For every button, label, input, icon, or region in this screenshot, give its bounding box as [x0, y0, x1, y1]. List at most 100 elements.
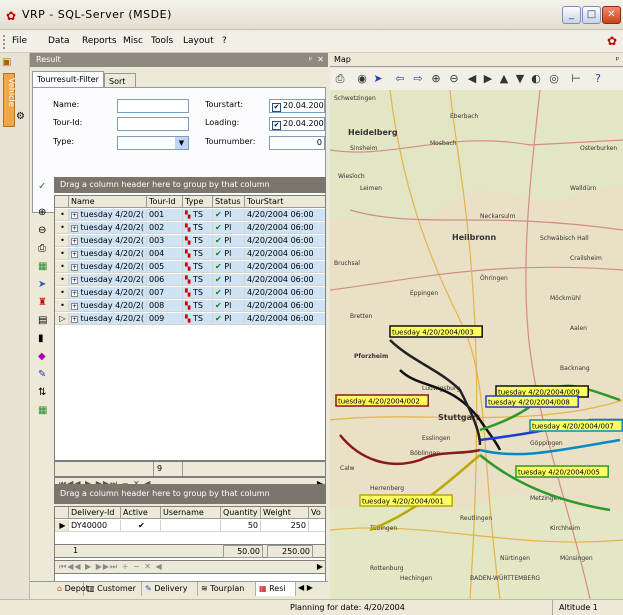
tourstart-checkbox[interactable]: ✔: [272, 103, 281, 112]
maximize-button[interactable]: □: [582, 6, 601, 24]
remove-icon[interactable]: ⊖: [38, 225, 46, 236]
export-icon[interactable]: ▦: [38, 261, 47, 272]
tour-row[interactable]: • + tuesday 4/20/2(001 ▚ TS ✔ Pl 4/20/2004 0…: [55, 209, 325, 221]
zoom-in-icon[interactable]: ⊕: [428, 71, 444, 87]
minimize-button[interactable]: _: [562, 6, 581, 24]
row-selector[interactable]: •: [55, 300, 69, 311]
menu-reports[interactable]: Reports: [82, 36, 117, 46]
col-header-username[interactable]: Username: [161, 507, 221, 518]
tab-depot[interactable]: ⌂ Depot: [54, 582, 89, 596]
row-selector[interactable]: •: [55, 222, 69, 233]
tour-row[interactable]: • + tuesday 4/20/2(008 ▚ TS ✔ Pl 4/20/2004 0…: [55, 300, 325, 312]
tourid-input[interactable]: [117, 117, 189, 131]
row-selector[interactable]: •: [55, 248, 69, 259]
row-selector[interactable]: •: [55, 287, 69, 298]
close-icon[interactable]: ✕: [317, 53, 324, 67]
refresh-icon[interactable]: ✓: [38, 181, 46, 192]
route-icon[interactable]: ➤: [38, 279, 46, 290]
tour-row[interactable]: • + tuesday 4/20/2(006 ▚ TS ✔ Pl 4/20/2004 0…: [55, 274, 325, 286]
chevron-down-icon[interactable]: ▼: [175, 137, 188, 149]
pan-up-icon[interactable]: ▲: [496, 71, 512, 87]
expand-icon[interactable]: +: [71, 225, 78, 232]
tour-row[interactable]: ▷ + tuesday 4/20/2(009 ▚ TS ✔ Pl 4/20/2004 0…: [55, 313, 325, 325]
tour-name-cell[interactable]: + tuesday 4/20/2(: [69, 300, 147, 311]
pan-left-icon[interactable]: ◀: [464, 71, 480, 87]
menu-file[interactable]: File: [12, 36, 27, 46]
route-label[interactable]: tuesday 4/20/2004/007: [529, 419, 623, 432]
expand-icon[interactable]: +: [71, 290, 78, 297]
route-label[interactable]: tuesday 4/20/2004/002: [335, 394, 429, 407]
tool-icon[interactable]: ⚙: [16, 111, 25, 122]
tour-name-cell[interactable]: + tuesday 4/20/2(: [69, 313, 147, 324]
expand-icon[interactable]: +: [71, 277, 78, 284]
col-header-delivery-id[interactable]: Delivery-Id: [69, 507, 121, 518]
tab-customer[interactable]: ▥ Customer: [84, 582, 142, 596]
row-selector[interactable]: •: [55, 261, 69, 272]
expand-icon[interactable]: +: [71, 212, 78, 219]
document-icon[interactable]: ▤: [38, 315, 47, 326]
col-header-weight[interactable]: Weight: [261, 507, 309, 518]
name-input[interactable]: [117, 99, 189, 113]
delivery-grid-group-hint[interactable]: Drag a column header here to group by th…: [54, 484, 326, 504]
pointer-icon[interactable]: ➤: [370, 71, 386, 87]
menu-data[interactable]: Data: [48, 36, 70, 46]
tour-row[interactable]: • + tuesday 4/20/2(007 ▚ TS ✔ Pl 4/20/2004 0…: [55, 287, 325, 299]
tour-row[interactable]: • + tuesday 4/20/2(003 ▚ TS ✔ Pl 4/20/2004 0…: [55, 235, 325, 247]
map-canvas[interactable]: Schwetzingen Heidelberg Mosbach Heilbronn Ne…: [330, 90, 623, 599]
grid-group-hint[interactable]: Drag a column header here to group by th…: [54, 177, 326, 193]
tab-delivery[interactable]: ✎ Delivery: [142, 582, 198, 596]
col-header-active[interactable]: Active: [121, 507, 161, 518]
menu-misc[interactable]: Misc: [123, 36, 143, 46]
map-pin-icon[interactable]: ᵖ: [616, 53, 619, 67]
globe-icon[interactable]: ◎: [546, 71, 562, 87]
route-label[interactable]: tuesday 4/20/2004/003: [389, 325, 483, 338]
menu-tools[interactable]: Tools: [151, 36, 173, 46]
row-selector[interactable]: •: [55, 235, 69, 246]
route-label[interactable]: tuesday 4/20/2004/008: [485, 395, 579, 408]
record-navigator-icons-2[interactable]: ⏮◀◀ ▶ ▶▶⏭ + − ✕ ◀: [59, 562, 163, 572]
col-header-name[interactable]: Name: [69, 196, 147, 207]
col-header-quantity[interactable]: Quantity: [221, 507, 261, 518]
delivery-row[interactable]: ▶ DY40000 ✔ 50 250: [55, 520, 325, 532]
pan-right-icon[interactable]: ▶: [480, 71, 496, 87]
col-header-status[interactable]: Status: [213, 196, 245, 207]
col-header-select[interactable]: [55, 196, 69, 207]
vehicle-icon[interactable]: ▣: [2, 57, 11, 68]
arrow-right-icon[interactable]: ⇨: [410, 71, 426, 87]
settings-icon[interactable]: ✎: [38, 369, 46, 380]
refresh-map-icon[interactable]: ◉: [354, 71, 370, 87]
close-button[interactable]: ✕: [602, 6, 621, 24]
loading-input[interactable]: ✔ 20.04.2004: [269, 117, 325, 131]
sort-icon[interactable]: ⇅: [38, 387, 46, 398]
tab-tourplan[interactable]: ≋ Tourplan: [198, 582, 256, 596]
expand-icon[interactable]: +: [71, 238, 78, 245]
tab-result[interactable]: ▦ Resi: [256, 582, 296, 596]
route-label[interactable]: tuesday 4/20/2004/001: [359, 494, 453, 507]
scroll-right-icon-2[interactable]: ▶: [317, 562, 323, 571]
row-selector[interactable]: •: [55, 274, 69, 285]
vehicle-tab[interactable]: Vehicle: [3, 73, 16, 127]
col-header-volume[interactable]: Vo: [309, 507, 325, 518]
tour-name-cell[interactable]: + tuesday 4/20/2(: [69, 248, 147, 259]
tour-row[interactable]: • + tuesday 4/20/2(004 ▚ TS ✔ Pl 4/20/2004 0…: [55, 248, 325, 260]
tour-name-cell[interactable]: + tuesday 4/20/2(: [69, 287, 147, 298]
loading-checkbox[interactable]: ✔: [272, 121, 281, 130]
table-icon[interactable]: ▦: [38, 405, 47, 416]
menu-help[interactable]: ?: [222, 36, 227, 46]
type-select[interactable]: ▼: [117, 136, 189, 150]
expand-icon[interactable]: +: [71, 251, 78, 258]
tour-name-cell[interactable]: + tuesday 4/20/2(: [69, 209, 147, 220]
arrow-left-icon[interactable]: ⇦: [392, 71, 408, 87]
tour-icon[interactable]: ♜: [38, 297, 47, 308]
active-cell[interactable]: ✔: [121, 520, 161, 531]
tour-row[interactable]: • + tuesday 4/20/2(005 ▚ TS ✔ Pl 4/20/2004 0…: [55, 261, 325, 273]
color-icon[interactable]: ◆: [38, 351, 46, 362]
tab-sort[interactable]: Sort: [104, 73, 136, 87]
menu-layout[interactable]: Layout: [183, 36, 214, 46]
layers-icon[interactable]: ◐: [528, 71, 544, 87]
help-icon[interactable]: ?: [590, 71, 606, 87]
tour-name-cell[interactable]: + tuesday 4/20/2(: [69, 235, 147, 246]
tour-row[interactable]: • + tuesday 4/20/2(002 ▚ TS ✔ Pl 4/20/2004 0…: [55, 222, 325, 234]
expand-icon[interactable]: +: [71, 316, 78, 323]
tab-tourresult-filter[interactable]: Tourresult-Filter: [32, 71, 104, 87]
